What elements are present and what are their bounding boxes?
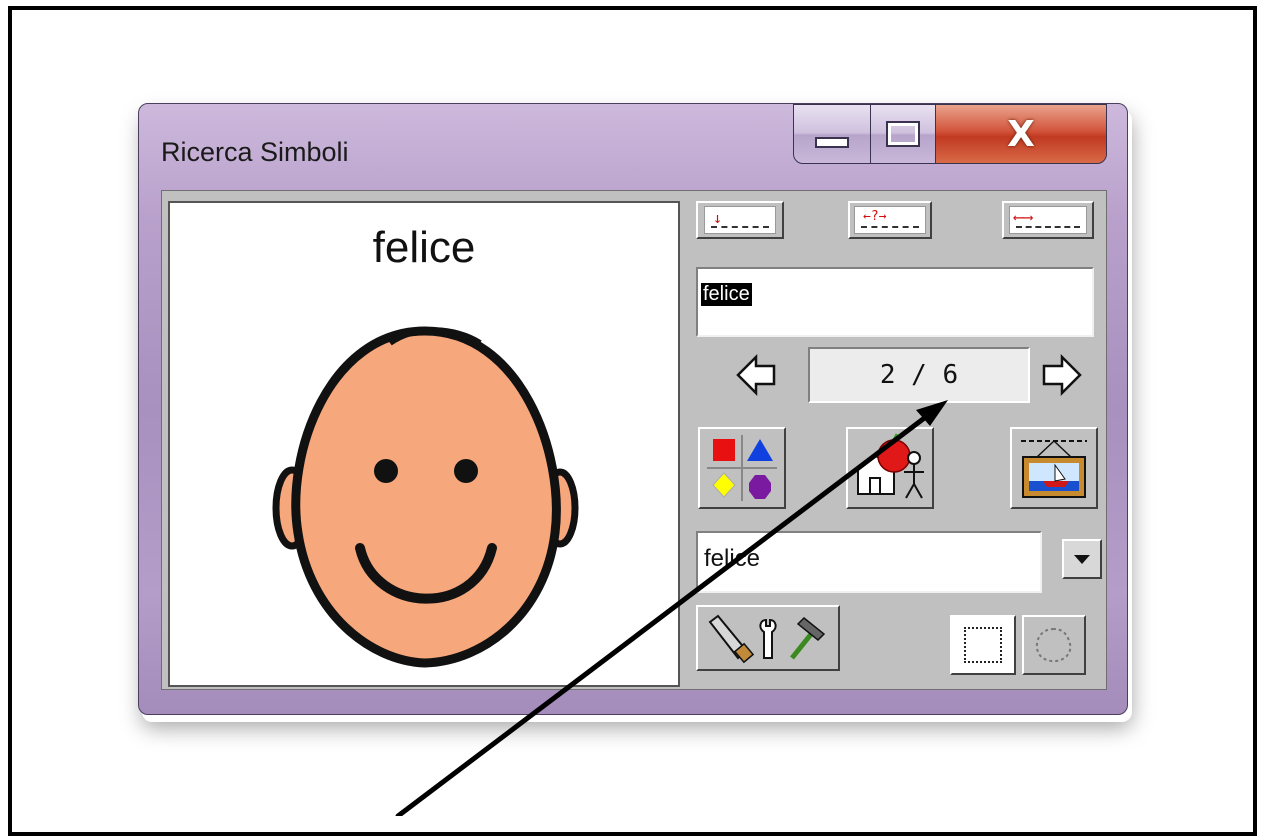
- saw-wrench-hammer-icon: [708, 614, 826, 664]
- tools-button[interactable]: [696, 605, 840, 671]
- title-bar[interactable]: Ricerca Simboli X: [139, 104, 1127, 192]
- square-frame-button[interactable]: [950, 615, 1016, 675]
- search-input-value: felice: [701, 283, 752, 306]
- insert-symbol-button[interactable]: ↓: [696, 201, 784, 239]
- arrow-left-icon[interactable]: [734, 353, 780, 397]
- maximize-button[interactable]: [870, 104, 936, 164]
- arrow-right-icon[interactable]: [1038, 353, 1084, 397]
- picture-frame-button[interactable]: [1010, 427, 1098, 509]
- happy-face-icon: [272, 326, 579, 668]
- categories-button[interactable]: [846, 427, 934, 509]
- combo-value: felice: [704, 545, 761, 572]
- stretch-arrows-icon: ⟵⟶: [1009, 206, 1087, 234]
- left-eye: [374, 459, 398, 483]
- maximize-icon: [886, 121, 920, 147]
- head-shape: [291, 326, 561, 668]
- word-combo-input[interactable]: felice: [696, 531, 1042, 593]
- shapes-colors-button[interactable]: [698, 427, 786, 509]
- square-frame-icon: [964, 627, 1002, 663]
- minimize-button[interactable]: [793, 104, 871, 164]
- symbol-search-window: Ricerca Simboli X felice ↓ ←?→ ⟵⟶ felice…: [138, 103, 1128, 715]
- replace-symbol-button[interactable]: ←?→: [848, 201, 932, 239]
- round-frame-button[interactable]: [1022, 615, 1086, 675]
- close-button[interactable]: X: [935, 104, 1107, 164]
- client-area: felice ↓ ←?→ ⟵⟶ felice 2 / 6 felice: [161, 190, 1107, 690]
- preview-word: felice: [372, 223, 476, 272]
- round-frame-icon: [1035, 627, 1072, 663]
- stretch-symbol-button[interactable]: ⟵⟶: [1002, 201, 1094, 239]
- search-input[interactable]: felice: [696, 267, 1094, 337]
- window-title: Ricerca Simboli: [161, 137, 349, 167]
- insert-down-arrow-icon: ↓: [704, 206, 776, 234]
- house-apple-person-icon: [857, 433, 924, 499]
- symbol-preview-panel: felice: [168, 201, 680, 687]
- shapes-colors-icon: [707, 435, 777, 501]
- page-counter: 2 / 6: [808, 347, 1030, 403]
- minimize-icon: [815, 136, 849, 148]
- replace-question-icon: ←?→: [854, 206, 926, 234]
- picture-frame-icon: [1021, 440, 1087, 498]
- close-icon: X: [1007, 113, 1035, 155]
- right-eye: [454, 459, 478, 483]
- combo-dropdown-button[interactable]: [1062, 539, 1102, 579]
- chevron-down-icon: [1074, 554, 1090, 564]
